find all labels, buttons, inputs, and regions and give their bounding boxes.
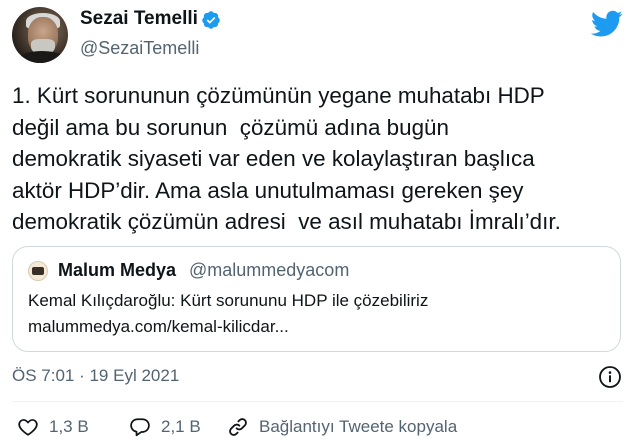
reply-button[interactable]: 2,1 B (129, 414, 201, 440)
tweet-line: değil ama bu sorunun çözümü adına bugün (12, 114, 449, 140)
like-button[interactable]: 1,3 B (17, 414, 89, 440)
verified-badge-icon (202, 11, 220, 29)
quoted-author-handle: @malummedyacom (189, 260, 350, 280)
quoted-tweet-text: Kemal Kılıçdaroğlu: Kürt sorununu HDP il… (28, 291, 429, 310)
info-icon[interactable] (598, 365, 622, 389)
quoted-tweet-card[interactable]: Malum Medya @malummedyacom Kemal Kılıçda… (12, 246, 621, 352)
tweet-line: demokratik siyaseti var eden ve kolaylaş… (12, 146, 535, 171)
author-handle[interactable]: @SezaiTemelli (80, 38, 199, 59)
tweet-line: demokratik çözümün adresi ve asıl muhata… (12, 209, 561, 234)
author-avatar[interactable] (12, 7, 68, 63)
quoted-author-avatar (28, 261, 48, 281)
divider (12, 401, 623, 402)
copy-link-button[interactable]: Bağlantıyı Tweete kopyala (227, 414, 457, 440)
reply-count: 2,1 B (161, 417, 201, 436)
tweet-timestamp[interactable]: ÖS 7:01 · 19 Eyl 2021 (12, 366, 179, 386)
author-name[interactable]: Sezai Temelli (80, 8, 198, 30)
link-icon (229, 418, 247, 436)
tweet-line: 1. Kürt sorununun çözümünün yegane muhat… (12, 83, 545, 108)
twitter-bird-icon[interactable] (591, 10, 623, 38)
copy-link-label: Bağlantıyı Tweete kopyala (259, 417, 458, 436)
reply-bubble-icon (130, 418, 150, 437)
tweet-line: aktör HDP’dir. Ama asla unutulmaması ger… (12, 177, 524, 203)
quoted-tweet-link[interactable]: malummedya.com/kemal-kilicdar... (28, 317, 289, 337)
quoted-author-name: Malum Medya (58, 260, 177, 280)
like-count: 1,3 B (49, 417, 89, 436)
heart-icon (18, 419, 38, 436)
tweet-text: 1. Kürt sorununun çözümünün yegane muhat… (12, 80, 624, 238)
